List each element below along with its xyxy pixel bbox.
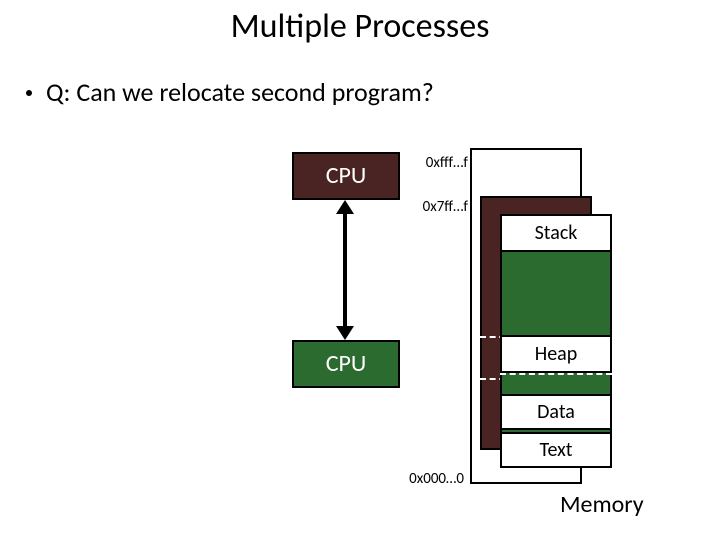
cpu-box-2: CPU: [292, 340, 400, 388]
segment-text: Text: [500, 432, 612, 468]
segment-data: Data: [500, 394, 612, 430]
segment-heap: Heap: [500, 335, 612, 373]
cpu-connection-line: [343, 208, 347, 332]
address-top: 0xfff…f: [416, 154, 468, 172]
bullet-icon: [26, 90, 32, 96]
process-2-divider: [500, 373, 612, 375]
memory-label: Memory: [560, 490, 644, 519]
question-text: Q: Can we relocate second program?: [46, 76, 434, 108]
slide-question: Q: Can we relocate second program?: [24, 76, 434, 108]
cpu-box-1: CPU: [292, 152, 400, 200]
arrow-up-icon: [336, 200, 354, 214]
segment-stack: Stack: [500, 214, 612, 252]
arrow-down-icon: [336, 326, 354, 340]
slide-title: Multiple Processes: [0, 6, 720, 47]
address-bottom: 0x000…0: [398, 470, 464, 488]
address-mid: 0x7ff…f: [416, 198, 468, 216]
